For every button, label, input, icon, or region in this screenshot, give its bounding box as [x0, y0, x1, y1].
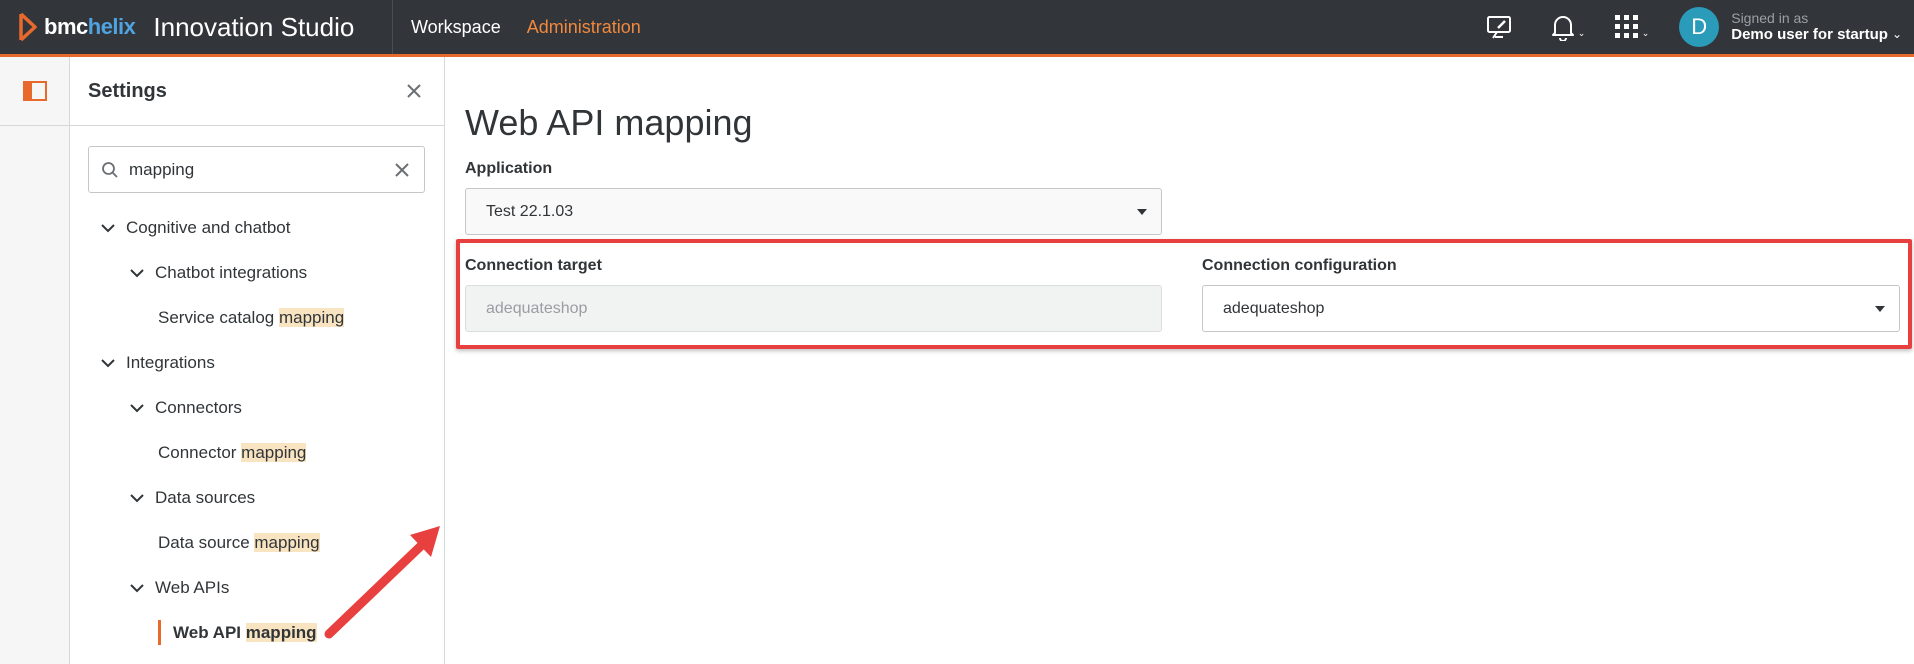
- chevron-down-icon: ⌄: [1641, 28, 1650, 38]
- tree-item-label: Web APIs: [155, 577, 230, 597]
- connection-configuration-label: Connection configuration: [1202, 257, 1397, 274]
- settings-search: [88, 146, 425, 193]
- tree-item-connector-mapping[interactable]: Connector mapping: [70, 430, 445, 475]
- notifications-button[interactable]: ⌄: [1543, 7, 1586, 47]
- search-match-highlight: mapping: [278, 307, 345, 327]
- tree-item-label: Data sources: [155, 487, 256, 507]
- chevron-down-icon: [127, 578, 147, 598]
- chevron-down-icon: [127, 398, 147, 418]
- annotation-arrow-icon: [324, 526, 440, 639]
- brand-logo[interactable]: bmc helix Innovation Studio: [0, 0, 393, 54]
- search-match-highlight: mapping: [245, 622, 317, 642]
- application-select[interactable]: Test 22.1.03: [465, 188, 1162, 235]
- selected-indicator: [158, 620, 161, 645]
- grid-icon: [1615, 15, 1639, 38]
- user-name: Demo user for startup: [1731, 26, 1888, 44]
- clear-search-button[interactable]: [392, 160, 412, 180]
- search-match-highlight: mapping: [254, 532, 320, 552]
- tree-item-chatbot-integrations[interactable]: Chatbot integrations: [70, 250, 445, 295]
- tree-item-label: Cognitive and chatbot: [126, 217, 291, 237]
- chevron-down-icon: [127, 488, 147, 508]
- chevron-down-icon: [127, 263, 147, 283]
- tree-item-label: Service catalog mapping: [158, 307, 345, 327]
- tree-item-connectors[interactable]: Connectors: [70, 385, 445, 430]
- chevron-down-icon: ⌄: [1891, 27, 1902, 41]
- close-icon: [395, 162, 409, 177]
- connection-configuration-value: adequateshop: [1223, 299, 1325, 317]
- avatar: D: [1679, 7, 1720, 47]
- sidebar-toggle-button[interactable]: [0, 57, 70, 126]
- connection-target-value: adequateshop: [486, 299, 588, 317]
- top-right-controls: ⌄ ⌄ D Signed in as Demo user for startup…: [1479, 0, 1914, 54]
- tree-item-label: Chatbot integrations: [155, 262, 308, 282]
- chevron-down-icon: [98, 218, 118, 238]
- tree-item-service-catalog-mapping[interactable]: Service catalog mapping: [70, 295, 445, 340]
- sidebar-panel-icon: [23, 81, 47, 101]
- bell-icon: [1552, 16, 1575, 41]
- chevron-down-icon: [98, 353, 118, 373]
- close-settings-button[interactable]: [402, 79, 426, 103]
- connection-target-field: adequateshop: [465, 285, 1162, 332]
- tree-item-label: Data source mapping: [158, 532, 320, 552]
- nav-administration[interactable]: Administration: [527, 17, 641, 38]
- app-launcher-button[interactable]: ⌄: [1607, 7, 1650, 47]
- product-name: Innovation Studio: [153, 11, 355, 42]
- designer-button[interactable]: [1479, 7, 1519, 47]
- left-rail: [0, 57, 70, 664]
- connection-configuration-select[interactable]: adequateshop: [1202, 285, 1900, 332]
- nav-workspace[interactable]: Workspace: [411, 17, 501, 38]
- search-input[interactable]: [129, 159, 392, 180]
- main-content: Web API mapping Application Test 22.1.03…: [446, 57, 1914, 664]
- brand-bmc: bmc: [44, 14, 88, 39]
- caret-down-icon: [1137, 209, 1147, 215]
- application-value: Test 22.1.03: [486, 202, 574, 220]
- caret-down-icon: [1875, 306, 1885, 312]
- tree-item-label: Web API mapping: [173, 622, 317, 642]
- tree-item-cognitive-and-chatbot[interactable]: Cognitive and chatbot: [70, 205, 445, 250]
- settings-header: Settings: [70, 57, 444, 126]
- connection-target-label: Connection target: [465, 257, 602, 274]
- tree-item-integrations[interactable]: Integrations: [70, 340, 445, 385]
- tree-item-label: Connector mapping: [158, 442, 307, 462]
- signed-in-label: Signed in as: [1731, 9, 1809, 26]
- search-icon: [102, 161, 118, 178]
- top-nav: Workspace Administration: [411, 17, 667, 38]
- settings-title: Settings: [88, 79, 167, 102]
- tree-item-data-sources[interactable]: Data sources: [70, 475, 445, 520]
- user-menu[interactable]: D Signed in as Demo user for startup ⌄: [1679, 7, 1902, 47]
- tree-item-label: Integrations: [126, 352, 215, 372]
- chevron-down-icon: ⌄: [1577, 28, 1586, 38]
- top-bar: bmc helix Innovation Studio Workspace Ad…: [0, 0, 1914, 57]
- search-match-highlight: mapping: [241, 442, 307, 462]
- edit-screen-icon: [1487, 16, 1512, 39]
- close-icon: [407, 84, 421, 98]
- page-title: Web API mapping: [465, 102, 753, 143]
- bmc-logo-icon: [19, 12, 37, 42]
- brand-helix: helix: [87, 14, 136, 39]
- application-label: Application: [465, 160, 553, 177]
- tree-item-label: Connectors: [155, 397, 242, 417]
